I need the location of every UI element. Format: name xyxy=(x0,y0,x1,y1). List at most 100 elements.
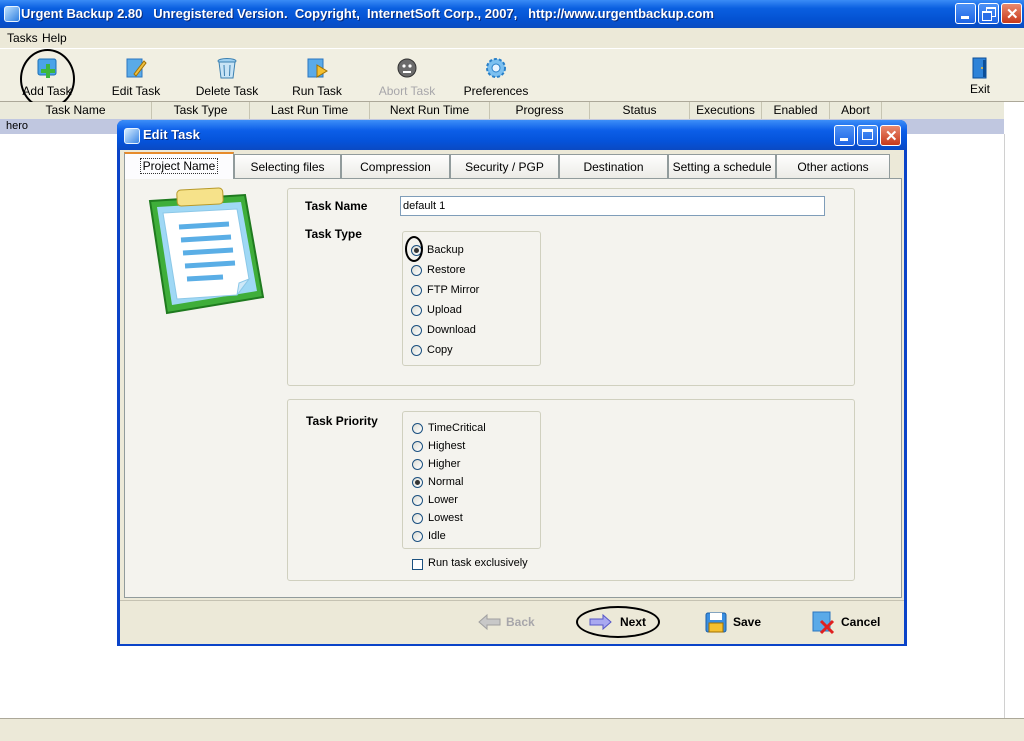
col-enabled[interactable]: Enabled xyxy=(762,102,830,119)
run-exclusively-label: Run task exclusively xyxy=(428,557,528,569)
dialog-title-bar: Edit Task ✕ xyxy=(117,120,907,150)
tab-compression[interactable]: Compression xyxy=(341,154,450,178)
gear-icon xyxy=(486,58,506,78)
minimize-icon xyxy=(840,138,848,141)
exit-label: Exit xyxy=(969,82,990,96)
delete-task-label: Delete Task xyxy=(195,84,259,98)
radio-button xyxy=(412,459,423,470)
task-name-cell: hero xyxy=(6,120,29,132)
tab-setting-a-schedule[interactable]: Setting a schedule xyxy=(668,154,776,178)
exit-button[interactable]: Exit xyxy=(960,49,1000,101)
run-task-label: Run Task xyxy=(292,84,342,98)
radio-lowest[interactable]: Lowest xyxy=(412,510,532,528)
preferences-label: Preferences xyxy=(463,84,529,98)
app-title-bar: Urgent Backup 2.80 Unregistered Version.… xyxy=(0,0,1024,28)
radio-button xyxy=(412,513,423,524)
run-task-icon xyxy=(307,58,328,78)
dialog-close-button[interactable]: ✕ xyxy=(880,125,901,146)
radio-backup[interactable]: Backup xyxy=(411,242,531,260)
radio-higher[interactable]: Higher xyxy=(412,456,532,474)
door-exit-icon xyxy=(972,57,987,79)
backup-highlight-circle xyxy=(405,236,423,262)
trash-icon xyxy=(217,58,237,79)
col-abort[interactable]: Abort xyxy=(830,102,882,119)
radio-button xyxy=(412,423,423,434)
col-status[interactable]: Status xyxy=(590,102,690,119)
radio-button xyxy=(412,441,423,452)
radio-idle[interactable]: Idle xyxy=(412,528,532,546)
minimize-icon xyxy=(961,16,969,19)
close-icon: ✕ xyxy=(1006,6,1019,23)
close-icon: ✕ xyxy=(885,128,898,145)
project-name-panel: Task Name Task Type Backup Restore FTP M… xyxy=(124,178,902,598)
abort-task-icon xyxy=(397,58,417,78)
radio-highest[interactable]: Highest xyxy=(412,438,532,456)
edit-task-icon xyxy=(126,58,147,78)
cancel-icon xyxy=(812,611,835,635)
close-button[interactable]: ✕ xyxy=(1001,3,1022,24)
radio-download[interactable]: Download xyxy=(411,322,531,340)
col-task-type[interactable]: Task Type xyxy=(152,102,250,119)
delete-task-button[interactable]: Delete Task xyxy=(188,49,266,101)
tab-project-name[interactable]: Project Name xyxy=(124,152,234,179)
radio-button xyxy=(411,345,422,356)
task-name-label: Task Name xyxy=(305,199,368,213)
radio-lower[interactable]: Lower xyxy=(412,492,532,510)
cancel-button[interactable]: Cancel xyxy=(810,609,890,635)
radio-timecritical[interactable]: TimeCritical xyxy=(412,420,532,438)
radio-upload[interactable]: Upload xyxy=(411,302,531,320)
add-task-highlight-circle xyxy=(20,49,75,109)
col-next-run-time[interactable]: Next Run Time xyxy=(370,102,490,119)
dialog-maximize-button[interactable] xyxy=(857,125,878,146)
save-button[interactable]: Save xyxy=(703,609,773,635)
abort-task-label: Abort Task xyxy=(378,84,436,98)
col-task-name[interactable]: Task Name xyxy=(0,102,152,119)
radio-normal[interactable]: Normal xyxy=(412,474,532,492)
task-list-header: Task Name Task Type Last Run Time Next R… xyxy=(0,102,1004,120)
task-name-input[interactable] xyxy=(400,196,825,216)
task-name-group xyxy=(287,188,855,386)
clipboard-icon xyxy=(148,187,265,315)
col-last-run-time[interactable]: Last Run Time xyxy=(250,102,370,119)
tab-strip: Project Name Selecting files Compression… xyxy=(124,152,902,179)
dialog-icon xyxy=(124,128,140,144)
maximize-icon xyxy=(862,129,873,140)
col-progress[interactable]: Progress xyxy=(490,102,590,119)
radio-copy[interactable]: Copy xyxy=(411,342,531,360)
edit-task-dialog: Edit Task ✕ Project Name Selecting files… xyxy=(117,120,907,646)
task-type-label: Task Type xyxy=(305,227,362,241)
radio-button xyxy=(411,305,422,316)
dialog-footer: Back Next Save Cancel xyxy=(120,600,904,644)
preferences-button[interactable]: Preferences xyxy=(460,49,532,101)
menu-bar: Tasks Help xyxy=(0,28,1024,48)
tab-destination[interactable]: Destination xyxy=(559,154,668,178)
edit-task-label: Edit Task xyxy=(111,84,161,98)
back-arrow-icon xyxy=(478,613,501,631)
edit-task-button[interactable]: Edit Task xyxy=(100,49,172,101)
radio-button xyxy=(411,265,422,276)
radio-ftp-mirror[interactable]: FTP Mirror xyxy=(411,282,531,300)
run-task-button[interactable]: Run Task xyxy=(282,49,352,101)
app-title: Urgent Backup 2.80 Unregistered Version.… xyxy=(21,6,714,21)
radio-button xyxy=(411,285,422,296)
minimize-button[interactable] xyxy=(955,3,976,24)
save-icon xyxy=(705,612,727,633)
dialog-minimize-button[interactable] xyxy=(834,125,855,146)
col-executions[interactable]: Executions xyxy=(690,102,762,119)
tab-security-pgp[interactable]: Security / PGP xyxy=(450,154,559,178)
run-exclusively-checkbox[interactable] xyxy=(412,559,423,570)
tab-selecting-files[interactable]: Selecting files xyxy=(234,154,341,178)
restore-button[interactable] xyxy=(978,3,999,24)
tab-other-actions[interactable]: Other actions xyxy=(776,154,890,178)
radio-button xyxy=(412,495,423,506)
task-priority-label: Task Priority xyxy=(306,414,378,428)
next-highlight-circle xyxy=(576,606,660,638)
app-icon xyxy=(4,6,20,22)
dialog-title: Edit Task xyxy=(143,127,200,142)
menu-help[interactable]: Help xyxy=(42,31,67,45)
radio-button xyxy=(412,477,423,488)
menu-tasks[interactable]: Tasks xyxy=(7,31,38,45)
radio-restore[interactable]: Restore xyxy=(411,262,531,280)
abort-task-button[interactable]: Abort Task xyxy=(372,49,442,101)
back-button[interactable]: Back xyxy=(476,609,546,635)
